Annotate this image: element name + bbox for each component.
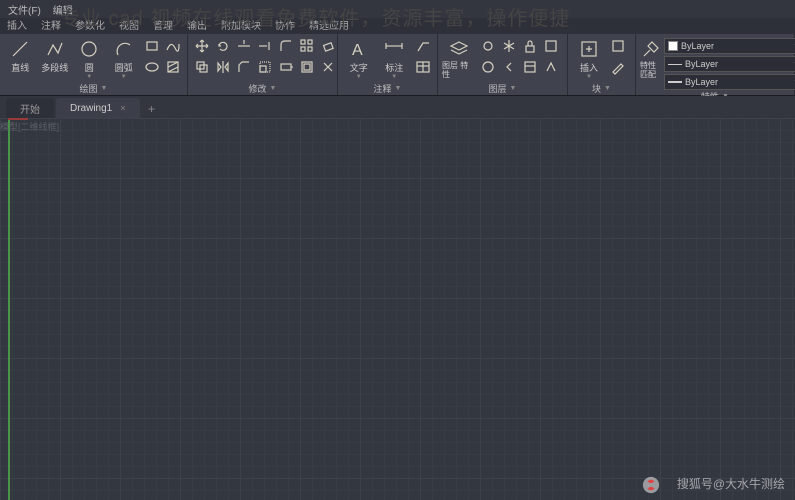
tool-layer-properties[interactable]: 图层 特性 <box>442 36 476 80</box>
arc-icon <box>113 38 135 60</box>
chevron-down-icon[interactable]: ▼ <box>395 85 402 92</box>
tool-spline[interactable] <box>163 36 183 56</box>
tool-layer-iso[interactable] <box>541 36 561 56</box>
drawing-canvas[interactable]: 模型[二维线框] <box>0 118 795 500</box>
tool-extend[interactable] <box>255 36 275 56</box>
close-icon[interactable]: × <box>120 103 125 113</box>
ribbon-tab-addins[interactable]: 附加模块 <box>214 15 268 34</box>
doc-tab-drawing1[interactable]: Drawing1 × <box>56 98 140 118</box>
tool-ellipse[interactable] <box>142 57 162 77</box>
tool-move[interactable] <box>192 36 212 56</box>
tool-layer-match[interactable] <box>478 57 498 77</box>
panel-modify: 修改▼ <box>188 34 338 95</box>
chevron-down-icon: ▼ <box>121 74 127 80</box>
panel-label-block: 块 <box>592 82 601 95</box>
color-combo[interactable]: ByLayer ▼ <box>664 38 795 54</box>
chevron-down-icon: ▼ <box>356 74 362 80</box>
tool-layer-state[interactable] <box>520 57 540 77</box>
panel-draw: 直线 多段线 圆 ▼ 圆弧 ▼ <box>0 34 188 95</box>
lineweight-combo[interactable]: ByLayer ▼ <box>664 74 795 90</box>
panel-annotation: A 文字 ▼ 标注 ▼ 注释▼ <box>338 34 438 95</box>
linetype-combo[interactable]: ByLayer ▼ <box>664 56 795 72</box>
tool-fillet[interactable] <box>276 36 296 56</box>
tool-layer-prev[interactable] <box>499 57 519 77</box>
tool-stretch[interactable] <box>276 57 296 77</box>
ribbon-tab-annotate[interactable]: 注释 <box>34 15 68 34</box>
document-tabs: 开始 Drawing1 × + <box>0 96 795 118</box>
tool-arc[interactable]: 圆弧 ▼ <box>108 36 141 80</box>
panel-label-modify: 修改 <box>249 82 267 95</box>
match-props-icon <box>640 38 662 60</box>
dimension-icon <box>383 38 405 60</box>
chevron-down-icon[interactable]: ▼ <box>510 85 517 92</box>
tool-line[interactable]: 直线 <box>4 36 37 80</box>
tool-create-block[interactable] <box>608 36 628 56</box>
tool-layer-walk[interactable] <box>541 57 561 77</box>
tool-leader[interactable] <box>413 36 433 56</box>
ribbon-tab-collab[interactable]: 协作 <box>268 15 302 34</box>
ribbon: 直线 多段线 圆 ▼ 圆弧 ▼ <box>0 34 795 96</box>
chevron-down-icon[interactable]: ▼ <box>101 85 108 92</box>
ribbon-tab-featured[interactable]: 精选应用 <box>302 15 356 34</box>
panel-label-annot: 注释 <box>374 82 392 95</box>
panel-layers: 图层 特性 图层▼ <box>438 34 568 95</box>
svg-text:A: A <box>352 42 363 59</box>
viewport-mode-label[interactable]: 模型[二维线框] <box>0 120 59 133</box>
doc-tab-add[interactable]: + <box>142 100 162 118</box>
tool-array[interactable] <box>297 36 317 56</box>
linetype-icon <box>668 64 682 65</box>
ribbon-tab-strip: 插入 注释 参数化 视图 管理 输出 附加模块 协作 精选应用 <box>0 18 795 34</box>
tool-edit-block[interactable] <box>608 57 628 77</box>
panel-label-layers: 图层 <box>489 82 507 95</box>
tool-rotate[interactable] <box>213 36 233 56</box>
ribbon-tab-view[interactable]: 视图 <box>112 15 146 34</box>
chevron-down-icon[interactable]: ▼ <box>270 85 277 92</box>
grid-major <box>0 118 795 500</box>
tool-circle[interactable]: 圆 ▼ <box>73 36 106 80</box>
ribbon-tab-parametric[interactable]: 参数化 <box>68 15 112 34</box>
insert-icon <box>578 38 600 60</box>
tool-layer-off[interactable] <box>478 36 498 56</box>
panel-properties: 特性 匹配 ByLayer ▼ ByLayer ▼ By <box>636 34 795 95</box>
tool-chamfer[interactable] <box>234 57 254 77</box>
chevron-down-icon: ▼ <box>391 74 397 80</box>
chevron-down-icon: ▼ <box>586 74 592 80</box>
ucs-y-axis <box>8 118 10 500</box>
text-icon: A <box>348 38 370 60</box>
chevron-down-icon[interactable]: ▼ <box>604 85 611 92</box>
ribbon-tab-insert[interactable]: 插入 <box>0 15 34 34</box>
polyline-icon <box>44 38 66 60</box>
tool-layer-freeze[interactable] <box>499 36 519 56</box>
layers-icon <box>448 38 470 60</box>
ribbon-tab-manage[interactable]: 管理 <box>146 15 180 34</box>
tool-copy[interactable] <box>192 57 212 77</box>
tool-trim[interactable] <box>234 36 254 56</box>
watermark-text: 搜狐号@大水牛测绘 <box>677 475 785 492</box>
tool-erase[interactable] <box>318 36 338 56</box>
tool-layer-lock[interactable] <box>520 36 540 56</box>
tool-explode[interactable] <box>318 57 338 77</box>
panel-block: 插入 ▼ 块▼ <box>568 34 636 95</box>
line-icon <box>9 38 31 60</box>
color-swatch-icon <box>668 41 678 51</box>
tool-dimension[interactable]: 标注 ▼ <box>378 36 412 80</box>
panel-label-draw: 绘图 <box>80 82 98 95</box>
tool-polyline[interactable]: 多段线 <box>39 36 72 80</box>
circle-icon <box>78 38 100 60</box>
tool-insert-block[interactable]: 插入 ▼ <box>572 36 606 80</box>
tool-mirror[interactable] <box>213 57 233 77</box>
tool-scale[interactable] <box>255 57 275 77</box>
tool-offset[interactable] <box>297 57 317 77</box>
tool-rectangle[interactable] <box>142 36 162 56</box>
doc-tab-start[interactable]: 开始 <box>6 98 54 118</box>
sohu-logo-icon <box>642 476 660 494</box>
chevron-down-icon: ▼ <box>86 74 92 80</box>
tool-text[interactable]: A 文字 ▼ <box>342 36 376 80</box>
ribbon-tab-output[interactable]: 输出 <box>180 15 214 34</box>
lineweight-icon <box>668 81 682 83</box>
tool-table[interactable] <box>413 57 433 77</box>
tool-match-properties[interactable]: 特性 匹配 <box>640 36 662 80</box>
tool-hatch[interactable] <box>163 57 183 77</box>
